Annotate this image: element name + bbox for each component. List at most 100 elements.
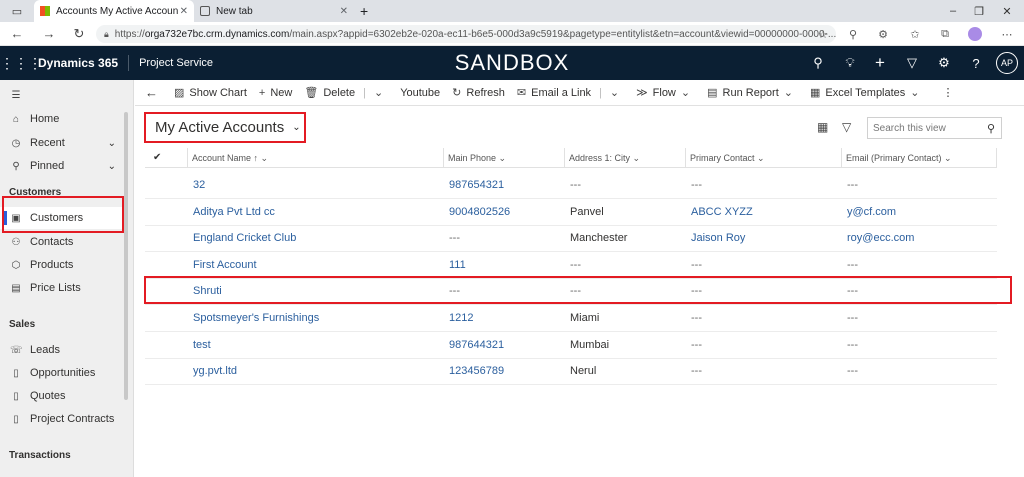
- table-row[interactable]: England Cricket Club --- Manchester Jaison …: [145, 225, 997, 253]
- forward-arrow-icon[interactable]: →: [38, 26, 60, 41]
- table-row[interactable]: yg.pvt.ltd 123456789 Nerul --- ---: [145, 358, 997, 386]
- cell-primary-contact[interactable]: ABCC XYZZ: [689, 199, 753, 226]
- more-commands-icon[interactable]: ⋮: [931, 80, 966, 106]
- cell-email: ---: [847, 338, 858, 351]
- table-row[interactable]: test 987644321 Mumbai --- ---: [145, 332, 997, 359]
- cell-main-phone[interactable]: 987644321: [447, 332, 504, 359]
- collections-icon[interactable]: ⧉: [934, 22, 956, 46]
- sidebar-item-home[interactable]: ⌂ Home: [0, 108, 124, 130]
- sidebar-item-price-lists[interactable]: ▤ Price Lists: [0, 277, 124, 299]
- table-row[interactable]: 32 987654321 --- --- ---: [145, 172, 997, 199]
- cell-email: ---: [847, 312, 858, 324]
- run-report-button[interactable]: ▤ Run Report ⌄: [701, 80, 804, 106]
- select-all-checkmark-icon[interactable]: ✔: [153, 148, 161, 168]
- lightbulb-icon[interactable]: 💡︎: [834, 46, 866, 80]
- mail-icon: ✉: [516, 87, 527, 99]
- app-name[interactable]: Dynamics 365: [30, 55, 130, 71]
- back-arrow-icon[interactable]: ←: [6, 26, 28, 41]
- table-row[interactable]: Aditya Pvt Ltd cc 9004802526 Panvel ABCC XY…: [145, 199, 997, 226]
- cell-email[interactable]: y@cf.com: [845, 199, 896, 226]
- chevron-down-icon[interactable]: ⌄: [108, 138, 116, 149]
- puzzle-icon[interactable]: ⚙: [872, 22, 894, 46]
- delete-button[interactable]: 🗑︎ Delete: [298, 80, 361, 106]
- minimize-button[interactable]: –: [940, 0, 966, 22]
- column-label: Account Name: [192, 153, 252, 163]
- grid-settings-icon[interactable]: ▦: [817, 120, 828, 134]
- excel-templates-button[interactable]: ▦ Excel Templates ⌄: [804, 80, 931, 106]
- cell-email[interactable]: roy@ecc.com: [845, 225, 914, 252]
- column-header-email[interactable]: Email (Primary Contact) ⌄: [841, 148, 997, 168]
- cell-account-name[interactable]: England Cricket Club: [191, 225, 296, 252]
- favorites-icon[interactable]: ✩: [904, 22, 926, 46]
- sidebar-item-recent[interactable]: ◷ Recent ⌄: [0, 132, 124, 154]
- email-link-button[interactable]: ✉ Email a Link: [511, 80, 597, 106]
- gear-icon[interactable]: ⚙: [928, 46, 960, 80]
- email-dropdown-button[interactable]: ⌄: [604, 80, 630, 106]
- search-input[interactable]: Search this view ⚲: [867, 117, 1002, 139]
- youtube-button[interactable]: Youtube: [394, 80, 446, 106]
- column-header-primary-contact[interactable]: Primary Contact ⌄: [685, 148, 841, 168]
- cell-account-name[interactable]: Aditya Pvt Ltd cc: [191, 199, 275, 226]
- flow-button[interactable]: ≫ Flow ⌄: [630, 80, 701, 106]
- close-tab-icon[interactable]: ✕: [340, 6, 348, 17]
- help-icon[interactable]: ?: [960, 46, 992, 80]
- button-label: New: [270, 86, 293, 99]
- address-bar[interactable]: 🔒︎ https://orga732e7bc.crm.dynamics.com /…: [96, 25, 836, 43]
- new-button[interactable]: + New: [253, 80, 298, 106]
- cell-main-phone[interactable]: 9004802526: [447, 199, 510, 226]
- chevron-down-icon[interactable]: ⌄: [108, 161, 116, 172]
- browser-tab-accounts[interactable]: Accounts My Active Accounts - ✕: [34, 0, 194, 22]
- cell-main-phone[interactable]: 111: [447, 252, 466, 279]
- sidebar-item-pinned[interactable]: ⚲ Pinned ⌄: [0, 155, 124, 177]
- close-window-button[interactable]: ✕: [994, 0, 1020, 22]
- hamburger-menu[interactable]: ☰: [0, 84, 124, 106]
- sidebar-item-contacts[interactable]: ⚇ Contacts: [0, 231, 124, 253]
- cell-account-name[interactable]: First Account: [191, 252, 257, 279]
- table-row[interactable]: Spotsmeyer's Furnishings 1212 Miami --- ---: [145, 305, 997, 332]
- tab-actions-icon[interactable]: ▭: [0, 0, 34, 22]
- close-tab-icon[interactable]: ✕: [180, 6, 188, 17]
- user-avatar[interactable]: AP: [996, 52, 1018, 74]
- sidebar-item-leads[interactable]: ☏ Leads: [0, 339, 124, 361]
- table-row[interactable]: First Account 111 --- --- ---: [145, 252, 997, 279]
- sidebar-item-opportunities[interactable]: ▯ Opportunities: [0, 362, 124, 384]
- sidebar-scrollbar[interactable]: [124, 112, 128, 400]
- show-chart-button[interactable]: ▨ Show Chart: [168, 80, 253, 106]
- cell-main-phone[interactable]: 987654321: [447, 172, 504, 199]
- cell-primary-contact[interactable]: Jaison Roy: [689, 225, 745, 252]
- more-icon[interactable]: ⋯: [996, 22, 1018, 46]
- column-header-account-name[interactable]: Account Name ↑ ⌄: [187, 148, 443, 168]
- app-launcher-icon[interactable]: ⋮⋮⋮: [0, 55, 42, 72]
- delete-dropdown-button[interactable]: ⌄: [368, 80, 394, 106]
- browser-tab-new[interactable]: New tab ✕: [194, 0, 354, 22]
- browser-tab-strip: ▭ Accounts My Active Accounts - ✕ New ta…: [0, 0, 1024, 22]
- grid-scrollbar[interactable]: [1006, 108, 1024, 477]
- add-icon[interactable]: +: [864, 46, 896, 80]
- sidebar-item-project-contracts[interactable]: ▯ Project Contracts: [0, 408, 124, 430]
- back-button[interactable]: ←: [135, 80, 168, 106]
- column-header-main-phone[interactable]: Main Phone ⌄: [443, 148, 564, 168]
- search-placeholder: Search this view: [873, 122, 946, 134]
- search-icon[interactable]: ⚲: [987, 122, 995, 135]
- app-header: ⋮⋮⋮ Dynamics 365 Project Service SANDBOX…: [0, 46, 1024, 80]
- cell-main-phone[interactable]: 123456789: [447, 358, 504, 385]
- refresh-button[interactable]: ↻ Refresh: [446, 80, 511, 106]
- filter-icon[interactable]: ▽: [842, 120, 851, 134]
- cell-main-phone[interactable]: 1212: [447, 305, 473, 332]
- sidebar-item-products[interactable]: ⬡ Products: [0, 254, 124, 276]
- filter-icon[interactable]: ▽: [896, 46, 928, 80]
- cell-account-name[interactable]: test: [191, 332, 211, 359]
- profile-avatar-icon[interactable]: [964, 22, 986, 46]
- extension-icon[interactable]: ⚲: [842, 22, 864, 46]
- search-icon[interactable]: ⚲: [802, 46, 834, 80]
- new-tab-button[interactable]: +: [354, 0, 376, 22]
- cell-account-name[interactable]: 32: [191, 172, 205, 199]
- favorite-star-icon[interactable]: ☆: [812, 22, 834, 46]
- cell-account-name[interactable]: yg.pvt.ltd: [191, 358, 237, 385]
- reload-icon[interactable]: ↻: [68, 26, 90, 42]
- divider: |: [363, 86, 366, 99]
- maximize-button[interactable]: ❐: [966, 0, 992, 22]
- sidebar-item-quotes[interactable]: ▯ Quotes: [0, 385, 124, 407]
- cell-account-name[interactable]: Spotsmeyer's Furnishings: [191, 305, 319, 332]
- column-header-city[interactable]: Address 1: City ⌄: [564, 148, 685, 168]
